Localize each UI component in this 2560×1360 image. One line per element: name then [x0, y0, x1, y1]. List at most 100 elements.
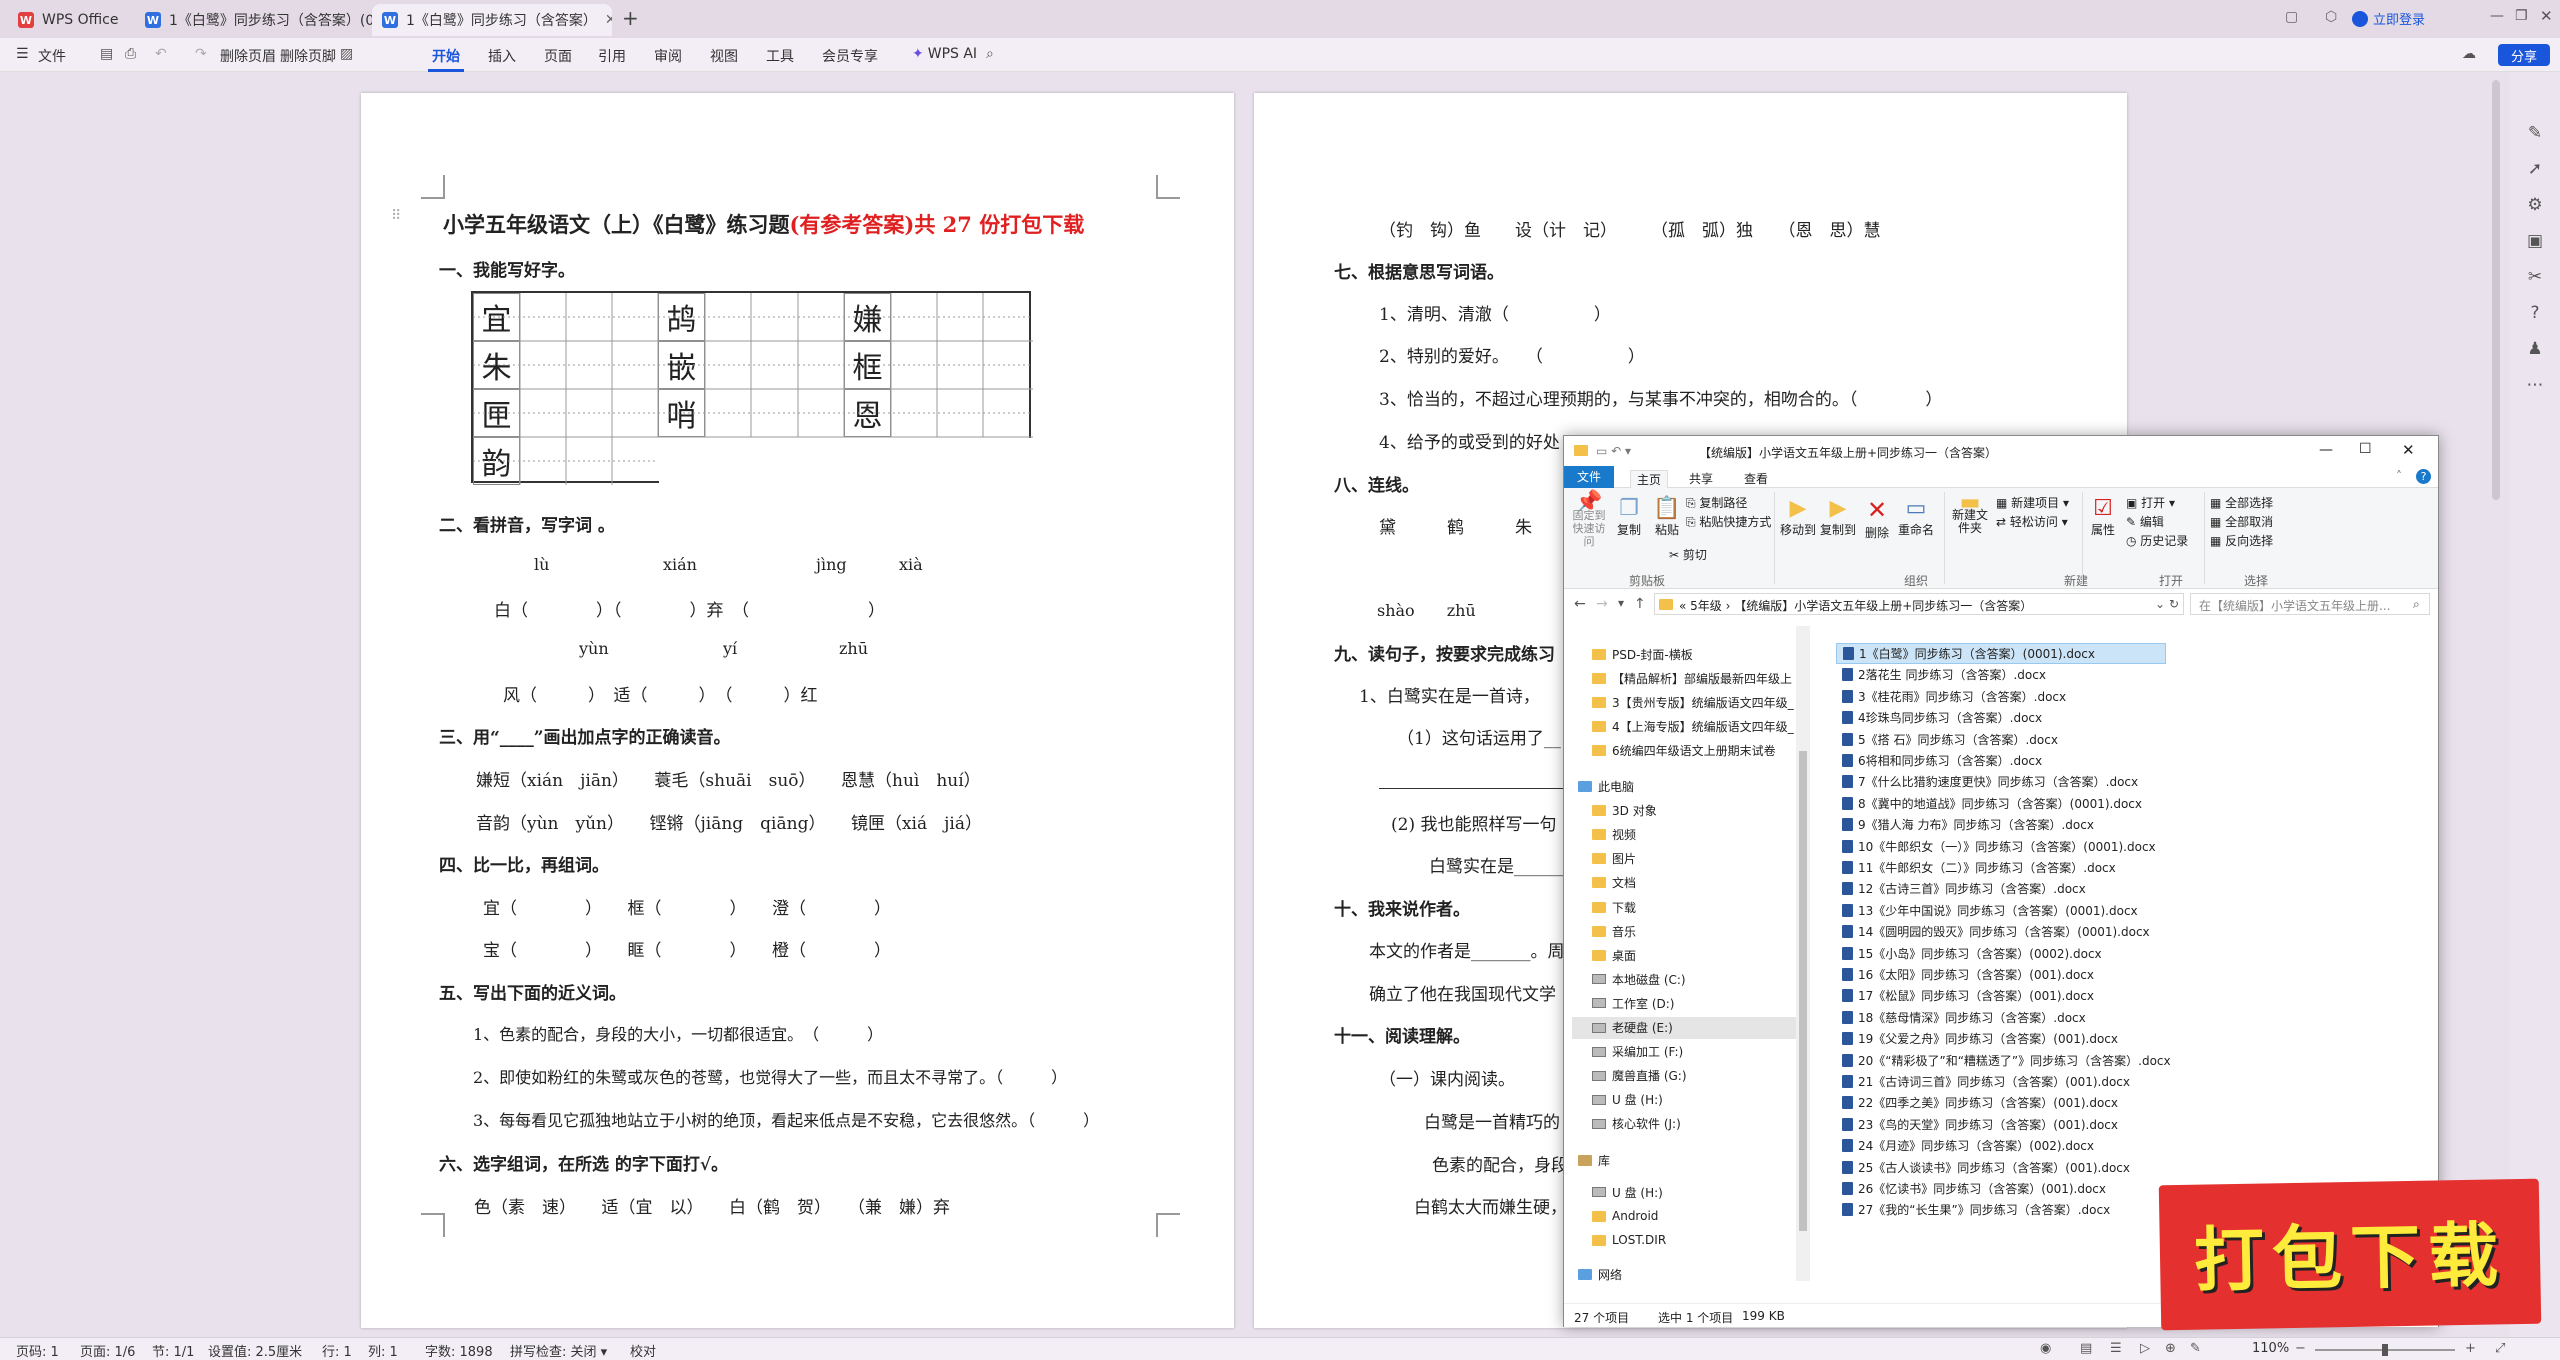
login-button[interactable]: 立即登录	[2352, 9, 2425, 28]
file-row[interactable]: 22《四季之美》同步练习（含答案）(001).docx	[1836, 1092, 2166, 1113]
address-bar[interactable]: « 5年级 › 【统编版】小学语文五年级上册+同步练习一（含答案） ⌄ ↻	[1654, 593, 2184, 615]
print-icon[interactable]: ⎙	[125, 46, 136, 62]
file-menu[interactable]: 文件	[38, 46, 66, 66]
file-row[interactable]: 25《古人谈读书》同步练习（含答案）(001).docx	[1836, 1157, 2166, 1178]
close-window-icon[interactable]: ✕	[2540, 7, 2553, 25]
spell-check-toggle[interactable]: 拼写检查: 关闭 ▾	[510, 1341, 607, 1360]
tab-tools[interactable]: 工具	[762, 44, 798, 68]
file-row[interactable]: 14《圆明园的毁灭》同步练习（含答案）(0001).docx	[1836, 921, 2166, 942]
share-button[interactable]: 分享	[2498, 44, 2550, 66]
file-row[interactable]: 12《古诗三首》同步练习（含答案）.docx	[1836, 878, 2166, 899]
status-words[interactable]: 字数: 1898	[425, 1341, 493, 1360]
close-window-icon[interactable]: ✕	[2402, 441, 2415, 459]
minimize-icon[interactable]: —	[2319, 442, 2333, 458]
tab-start[interactable]: 开始	[428, 44, 464, 72]
quick-access-toolbar-icon[interactable]: ▭ ↶ ▾	[1596, 444, 1631, 458]
drag-handle-icon[interactable]: ⠿	[391, 208, 401, 224]
easy-access-button[interactable]: ⇄ 轻松访问 ▾	[1996, 513, 2068, 530]
zoom-out-icon[interactable]: −	[2295, 1341, 2306, 1356]
file-row[interactable]: 9《猎人海 力布》同步练习（含答案）.docx	[1836, 814, 2166, 835]
file-row[interactable]: 13《少年中国说》同步练习（含答案）(0001).docx	[1836, 900, 2166, 921]
edit-button[interactable]: ✎ 编辑	[2126, 513, 2164, 530]
file-row[interactable]: 23《鸟的天堂》同步练习（含答案）(001).docx	[1836, 1114, 2166, 1135]
file-row[interactable]: 2落花生 同步练习（含答案）.docx	[1836, 664, 2166, 685]
file-row[interactable]: 18《慈母情深》同步练习（含答案）.docx	[1836, 1007, 2166, 1028]
file-row[interactable]: 3《桂花雨》同步练习（含答案）.docx	[1836, 686, 2166, 707]
copy-path-button[interactable]: ⎘ 复制路径	[1686, 494, 1747, 511]
document-scrollbar[interactable]	[2492, 80, 2500, 500]
cloud-icon[interactable]: ☁	[2462, 46, 2476, 62]
format-icon[interactable]: ▨	[340, 46, 353, 62]
explorer-tab-share[interactable]: 共享	[1689, 470, 1713, 487]
explorer-tab-file[interactable]: 文件	[1564, 466, 1614, 488]
select-none-button[interactable]: ▦ 全部取消	[2210, 513, 2273, 530]
properties-button[interactable]: ☑ 属性	[2088, 496, 2118, 538]
tab-member[interactable]: 会员专享	[818, 44, 882, 68]
file-row[interactable]: 24《月迹》同步练习（含答案）(002).docx	[1836, 1135, 2166, 1156]
invert-select-button[interactable]: ▦ 反向选择	[2210, 532, 2273, 549]
outline-view-icon[interactable]: ☰	[2110, 1341, 2122, 1356]
cut-button[interactable]: ✂ 剪切	[1669, 546, 1707, 563]
help-icon[interactable]: ?	[2524, 302, 2546, 324]
file-row[interactable]: 20《“精彩极了”和“糟糕透了”》同步练习（含答案）.docx	[1836, 1050, 2171, 1071]
pin-quick-access-button[interactable]: 📌 固定到快速访问	[1568, 492, 1610, 549]
paste-button[interactable]: 📋 粘贴	[1652, 496, 1682, 538]
file-row[interactable]: 19《父爱之舟》同步练习（含答案）(001).docx	[1836, 1028, 2166, 1049]
tab-document-active[interactable]: W 1《白鹭》同步练习（含答案） ✕	[372, 4, 612, 36]
file-row[interactable]: 8《冀中的地道战》同步练习（含答案）(0001).docx	[1836, 793, 2166, 814]
pen-icon[interactable]: ✎	[2524, 122, 2546, 144]
sidebar-item[interactable]: 网络	[1572, 1263, 1804, 1285]
tab-review[interactable]: 审阅	[650, 44, 686, 68]
tab-page[interactable]: 页面	[540, 44, 576, 68]
tab-wps-office[interactable]: W WPS Office	[8, 4, 133, 36]
file-row[interactable]: 5《搭 石》同步练习（含答案）.docx	[1836, 729, 2166, 750]
copy-button[interactable]: ❐ 复制	[1614, 496, 1644, 538]
file-row[interactable]: 16《太阳》同步练习（含答案）(001).docx	[1836, 964, 2166, 985]
paste-shortcut-button[interactable]: ⎘ 粘贴快捷方式	[1686, 513, 1771, 530]
eye-icon[interactable]: ◉	[2040, 1341, 2051, 1356]
chevron-down-icon[interactable]: ⌄	[2155, 597, 2165, 611]
refresh-icon[interactable]: ↻	[2169, 597, 2179, 611]
back-icon[interactable]: ←	[1574, 596, 1586, 612]
explorer-tab-home[interactable]: 主页	[1630, 470, 1669, 488]
file-row[interactable]: 6将相和同步练习（含答案）.docx	[1836, 750, 2166, 771]
collapse-ribbon-icon[interactable]: ˄	[2396, 469, 2402, 483]
pointer-icon[interactable]: ➚	[2524, 158, 2546, 180]
play-icon[interactable]: ▷	[2140, 1341, 2150, 1356]
file-row[interactable]: 11《牛郎织女（二）》同步练习（含答案）.docx	[1836, 857, 2166, 878]
search-input[interactable]: 在【统编版】小学语文五年级上册... ⌕	[2190, 593, 2430, 615]
help-icon[interactable]: ?	[2416, 469, 2431, 484]
zoom-level[interactable]: 110%	[2252, 1341, 2289, 1356]
delete-button[interactable]: ✕ 删除	[1862, 496, 1892, 541]
select-all-button[interactable]: ▦ 全部选择	[2210, 494, 2273, 511]
recent-icon[interactable]: ▾	[1618, 596, 1624, 610]
tab-reference[interactable]: 引用	[594, 44, 630, 68]
image-icon[interactable]: ▣	[2524, 230, 2546, 252]
search-icon[interactable]: ⌕	[986, 46, 994, 62]
web-view-icon[interactable]: ⊕	[2165, 1341, 2176, 1356]
file-row[interactable]: 7《什么比猎豹速度更快》同步练习（含答案）.docx	[1836, 771, 2166, 792]
page-view-icon[interactable]: ▤	[2080, 1341, 2092, 1356]
file-row[interactable]: 4珍珠鸟同步练习（含答案）.docx	[1836, 707, 2166, 728]
tab-document-0002[interactable]: W 1《白鹭》同步练习（含答案）(0002)	[135, 4, 375, 36]
status-page-number[interactable]: 页码: 1	[16, 1341, 59, 1360]
wps-ai-button[interactable]: ✦ WPS AI	[912, 46, 977, 62]
file-row[interactable]: 17《松鼠》同步练习（含答案）(001).docx	[1836, 985, 2166, 1006]
status-row[interactable]: 行: 1	[322, 1341, 352, 1360]
minimize-icon[interactable]: —	[2490, 8, 2504, 24]
status-section[interactable]: 节: 1/1	[152, 1341, 194, 1360]
up-icon[interactable]: ↑	[1634, 596, 1646, 612]
breadcrumb-item[interactable]: 【统编版】小学语文五年级上册+同步练习一（含答案）	[1734, 599, 2032, 613]
zoom-slider-thumb[interactable]	[2382, 1344, 2388, 1356]
edit-icon[interactable]: ✎	[2190, 1341, 2201, 1356]
undo-icon[interactable]: ↶	[155, 46, 167, 62]
fit-icon[interactable]: ⤢	[2495, 1341, 2505, 1356]
file-row[interactable]: 10《牛郎织女（一）》同步练习（含答案）(0001).docx	[1836, 836, 2166, 857]
zoom-in-icon[interactable]: +	[2465, 1341, 2476, 1356]
rename-button[interactable]: ▭ 重命名	[1896, 496, 1936, 538]
new-item-button[interactable]: ▦ 新建项目 ▾	[1996, 494, 2069, 511]
breadcrumb-item[interactable]: 5年级	[1690, 599, 1722, 613]
copy-to-button[interactable]: ▶ 复制到	[1820, 496, 1856, 538]
tab-view[interactable]: 视图	[706, 44, 742, 68]
delete-header-button[interactable]: 删除页眉	[220, 46, 276, 66]
